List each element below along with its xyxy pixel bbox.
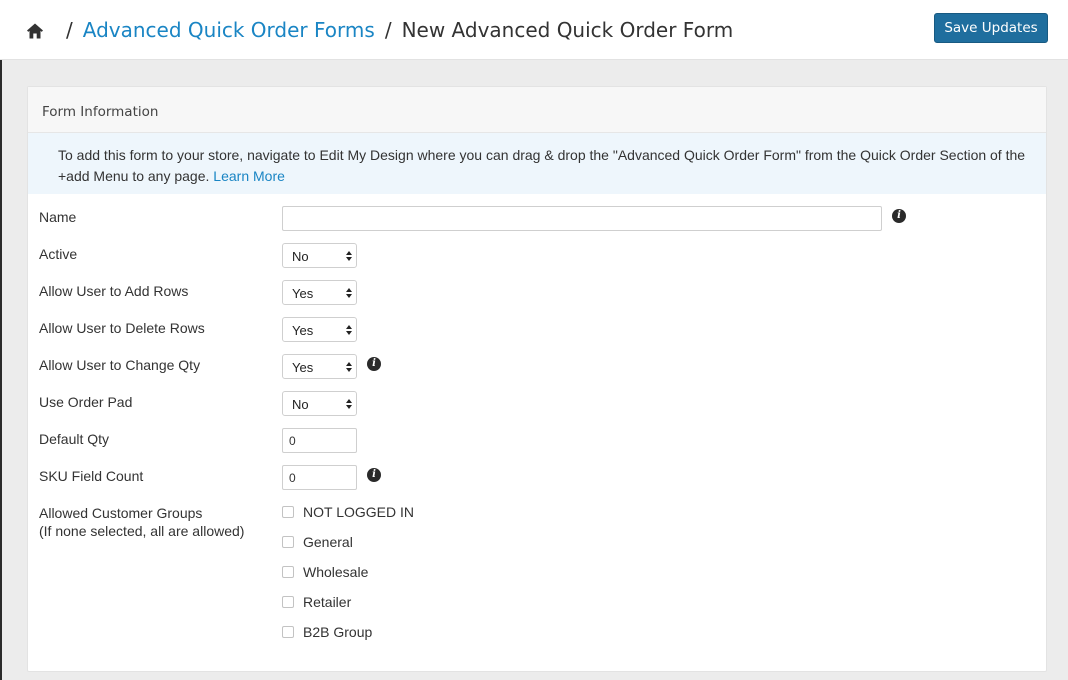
active-select-value: No [292, 249, 309, 264]
select-arrows-icon [346, 251, 352, 261]
group-checkbox[interactable] [282, 596, 294, 608]
group-option[interactable]: Wholesale [282, 562, 368, 582]
customer-groups-title: Allowed Customer Groups [39, 505, 203, 521]
add-rows-select-value: Yes [292, 286, 314, 301]
add-rows-row: Allow User to Add Rows Yes [28, 280, 1048, 312]
group-checkbox[interactable] [282, 536, 294, 548]
info-icon[interactable]: i [892, 209, 906, 223]
delete-rows-select[interactable]: Yes [282, 317, 357, 342]
panel-title: Form Information [28, 87, 1046, 133]
group-label: Wholesale [303, 564, 369, 580]
home-icon[interactable] [26, 22, 44, 40]
change-qty-row: Allow User to Change Qty Yes i [28, 354, 1048, 386]
group-checkbox[interactable] [282, 506, 294, 518]
delete-rows-label: Allow User to Delete Rows [39, 320, 205, 336]
default-qty-row: Default Qty [28, 428, 1048, 460]
delete-rows-row: Allow User to Delete Rows Yes [28, 317, 1048, 349]
group-option[interactable]: NOT LOGGED IN [282, 502, 414, 522]
select-arrows-icon [346, 362, 352, 372]
customer-groups-label: Allowed Customer Groups (If none selecte… [39, 504, 244, 540]
sku-count-row: SKU Field Count i [28, 465, 1048, 497]
delete-rows-select-value: Yes [292, 323, 314, 338]
group-label: NOT LOGGED IN [303, 504, 414, 520]
sku-count-input[interactable] [282, 465, 357, 490]
change-qty-label: Allow User to Change Qty [39, 357, 201, 373]
group-option[interactable]: General [282, 532, 353, 552]
name-label: Name [39, 209, 77, 225]
breadcrumb: / Advanced Quick Order Forms / New Advan… [26, 14, 733, 46]
order-pad-label: Use Order Pad [39, 394, 133, 410]
info-icon[interactable]: i [367, 357, 381, 371]
info-text: To add this form to your store, navigate… [58, 147, 1026, 184]
select-arrows-icon [346, 399, 352, 409]
change-qty-select-value: Yes [292, 360, 314, 375]
customer-groups-hint: (If none selected, all are allowed) [39, 523, 245, 539]
breadcrumb-link-forms[interactable]: Advanced Quick Order Forms [83, 18, 375, 42]
group-option[interactable]: B2B Group [282, 622, 372, 642]
add-rows-select[interactable]: Yes [282, 280, 357, 305]
order-pad-row: Use Order Pad No [28, 391, 1048, 423]
active-select[interactable]: No [282, 243, 357, 268]
group-label: B2B Group [303, 624, 373, 640]
select-arrows-icon [346, 288, 352, 298]
form-information-panel: Form Information To add this form to you… [27, 86, 1047, 672]
change-qty-select[interactable]: Yes [282, 354, 357, 379]
default-qty-label: Default Qty [39, 431, 110, 447]
save-updates-button[interactable]: Save Updates [934, 13, 1048, 43]
order-pad-select[interactable]: No [282, 391, 357, 416]
group-label: General [303, 534, 353, 550]
order-pad-select-value: No [292, 397, 309, 412]
page-title: New Advanced Quick Order Form [401, 18, 734, 42]
active-row: Active No [28, 243, 1048, 275]
sku-count-label: SKU Field Count [39, 468, 144, 484]
name-row: Name i [28, 206, 1048, 238]
default-qty-input[interactable] [282, 428, 357, 453]
group-option[interactable]: Retailer [282, 592, 351, 612]
info-notice: To add this form to your store, navigate… [28, 133, 1046, 194]
info-icon[interactable]: i [367, 468, 381, 482]
group-checkbox[interactable] [282, 566, 294, 578]
learn-more-link[interactable]: Learn More [213, 168, 285, 184]
add-rows-label: Allow User to Add Rows [39, 283, 189, 299]
active-label: Active [39, 246, 78, 262]
window-edge [0, 60, 2, 680]
breadcrumb-separator: / [384, 18, 392, 42]
group-checkbox[interactable] [282, 626, 294, 638]
customer-groups-row: Allowed Customer Groups (If none selecte… [28, 504, 1048, 644]
group-label: Retailer [303, 594, 352, 610]
top-bar: / Advanced Quick Order Forms / New Advan… [0, 0, 1068, 60]
select-arrows-icon [346, 325, 352, 335]
name-input[interactable] [282, 206, 882, 231]
breadcrumb-separator: / [66, 18, 73, 42]
